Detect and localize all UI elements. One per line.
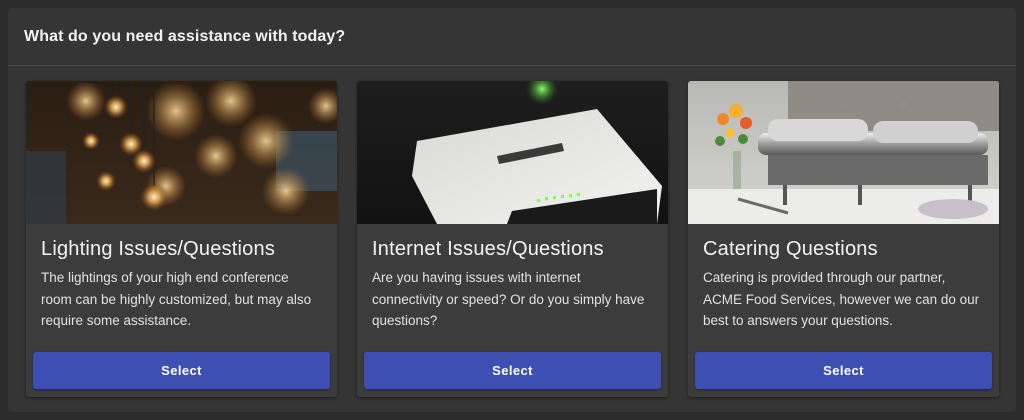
card-title: Catering Questions (703, 238, 878, 260)
page-title: What do you need assistance with today? (24, 27, 346, 45)
card-catering: Catering Questions Catering is provided … (688, 81, 999, 397)
select-internet-button[interactable]: Select (364, 352, 661, 389)
card-title: Internet Issues/Questions (372, 238, 604, 260)
lightbulbs-photo (26, 81, 337, 224)
router-photo (357, 81, 668, 224)
card-description: Catering is provided through our partner… (703, 270, 980, 328)
card-description: Are you having issues with internet conn… (372, 270, 645, 328)
card-lighting: Lighting Issues/Questions The lightings … (26, 81, 337, 397)
catering-buffet-photo (688, 81, 999, 224)
card-description: The lightings of your high end conferenc… (41, 270, 312, 328)
select-lighting-button[interactable]: Select (33, 352, 330, 389)
panel-header: What do you need assistance with today? (8, 8, 1016, 66)
router-image (357, 81, 668, 224)
card-internet: Internet Issues/Questions Are you having… (357, 81, 668, 397)
lightbulbs-image (26, 81, 337, 224)
assistance-panel: What do you need assistance with today? (8, 8, 1016, 412)
card-title: Lighting Issues/Questions (41, 238, 276, 260)
catering-image (688, 81, 999, 224)
card-list: Lighting Issues/Questions The lightings … (26, 81, 999, 397)
select-catering-button[interactable]: Select (695, 352, 992, 389)
